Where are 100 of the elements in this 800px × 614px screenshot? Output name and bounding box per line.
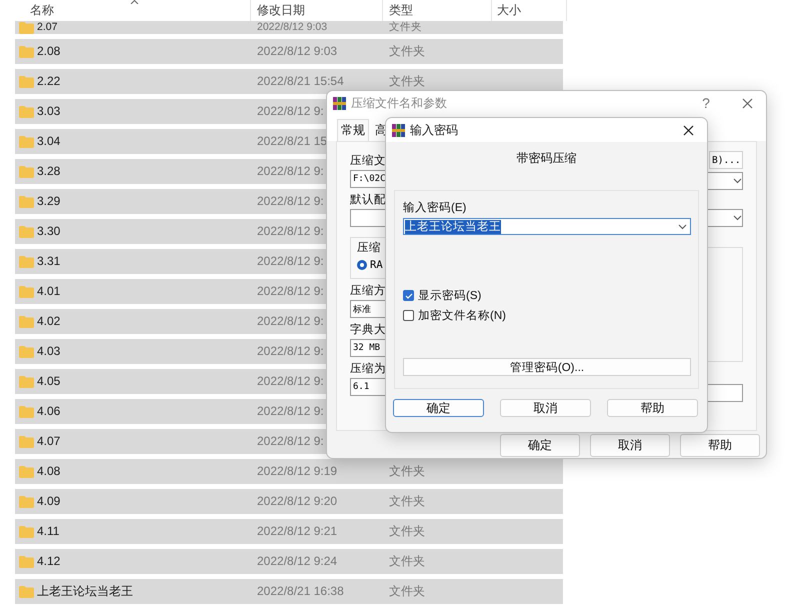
file-name: 4.08 (37, 465, 60, 478)
folder-icon (19, 256, 34, 268)
file-name: 2.22 (37, 75, 60, 88)
modified-date: 2022/8/12 9: (257, 405, 324, 418)
close-icon (682, 124, 694, 136)
field-label: 压缩方 (350, 283, 386, 299)
close-icon (742, 98, 752, 108)
folder-row[interactable]: 4.09 2022/8/12 9:20 文件夹 (15, 489, 563, 514)
file-type: 文件夹 (389, 465, 425, 478)
modified-date: 2022/8/12 9: (257, 195, 324, 208)
app-icon (392, 124, 405, 136)
file-type: 文件夹 (389, 45, 425, 58)
file-name: 3.04 (37, 135, 60, 148)
file-type: 文件夹 (389, 525, 425, 538)
folder-row[interactable]: 2.07 2022/8/12 9:03 文件夹 (15, 21, 563, 34)
folder-row[interactable]: 4.11 2022/8/12 9:21 文件夹 (15, 519, 563, 544)
dialog-button[interactable]: 取消 (500, 399, 591, 417)
password-field[interactable]: 上老王论坛当老王 (403, 218, 691, 235)
file-type: 文件夹 (389, 585, 425, 598)
browse-button[interactable]: B)... (709, 151, 743, 169)
file-name: 2.07 (37, 21, 58, 34)
file-name: 4.05 (37, 375, 60, 388)
folder-row[interactable]: 2.22 2022/8/21 15:54 文件夹 (15, 69, 563, 94)
radio-button[interactable] (357, 260, 367, 270)
radio-label: RA (370, 259, 383, 271)
column-header[interactable]: 类型 (389, 2, 413, 19)
manage-passwords-button[interactable]: 管理密码(O)... (403, 358, 691, 376)
chevron-down-icon (733, 215, 742, 221)
modified-date: 2022/8/12 9:24 (257, 555, 338, 568)
file-type: 文件夹 (389, 555, 425, 568)
file-name: 3.03 (37, 105, 60, 118)
modified-date: 2022/8/12 9: (257, 375, 324, 388)
modified-date: 2022/8/21 15:54 (257, 75, 344, 88)
folder-icon (19, 376, 34, 388)
modified-date: 2022/8/12 9: (257, 435, 324, 448)
modified-date: 2022/8/12 9:21 (257, 525, 338, 538)
file-name: 3.31 (37, 255, 60, 268)
modified-date: 2022/8/12 9: (257, 105, 324, 118)
tab[interactable]: 常规 (337, 119, 369, 141)
file-type: 文件夹 (389, 495, 425, 508)
file-name: 4.01 (37, 285, 60, 298)
modified-date: 2022/8/12 9: (257, 345, 324, 358)
modified-date: 2022/8/12 9: (257, 165, 324, 178)
file-name: 4.02 (37, 315, 60, 328)
folder-icon (19, 226, 34, 238)
checkbox-label: 加密文件名称(N) (418, 308, 506, 323)
folder-row[interactable]: 2.08 2022/8/12 9:03 文件夹 (15, 39, 563, 64)
dialog-button[interactable]: 帮助 (607, 399, 698, 417)
column-header[interactable]: 大小 (497, 2, 521, 19)
folder-icon (19, 586, 34, 598)
folder-icon (19, 166, 34, 178)
help-button[interactable]: ? (693, 95, 719, 111)
file-name: 4.03 (37, 345, 60, 358)
folder-icon (19, 346, 34, 358)
folder-row[interactable]: 4.12 2022/8/12 9:24 文件夹 (15, 549, 563, 574)
dialog-button[interactable]: 确定 (393, 399, 484, 417)
dialog-button[interactable]: 取消 (590, 434, 670, 457)
chevron-down-icon (678, 224, 687, 230)
folder-icon (19, 526, 34, 538)
password-text: 上老王论坛当老王 (405, 220, 501, 234)
dialog-button[interactable]: 帮助 (680, 434, 760, 457)
folder-icon (19, 436, 34, 448)
checkbox[interactable] (403, 310, 414, 321)
column-header[interactable]: 名称 (30, 2, 54, 19)
sort-caret-icon (130, 0, 139, 4)
file-name: 4.09 (37, 495, 60, 508)
modified-date: 2022/8/12 9:20 (257, 495, 338, 508)
checkbox-label: 显示密码(S) (418, 288, 482, 303)
modified-date: 2022/8/21 15 (257, 135, 328, 148)
folder-icon (19, 496, 34, 508)
file-type: 文件夹 (389, 21, 422, 34)
modified-date: 2022/8/12 9:03 (257, 21, 328, 34)
checkbox[interactable] (403, 290, 414, 301)
folder-icon (19, 136, 34, 148)
file-name: 上老王论坛当老王 (37, 585, 133, 598)
modified-date: 2022/8/12 9: (257, 225, 324, 238)
modified-date: 2022/8/12 9:19 (257, 465, 338, 478)
folder-row[interactable]: 4.08 2022/8/12 9:19 文件夹 (15, 459, 563, 484)
file-name: 2.08 (37, 45, 60, 58)
file-type: 文件夹 (389, 75, 425, 88)
file-name: 4.11 (37, 525, 60, 538)
file-name: 4.06 (37, 405, 60, 418)
folder-icon (19, 106, 34, 118)
modified-date: 2022/8/12 9: (257, 315, 324, 328)
modified-date: 2022/8/12 9: (257, 255, 324, 268)
file-name: 3.28 (37, 165, 60, 178)
modified-date: 2022/8/12 9:03 (257, 45, 338, 58)
folder-icon (19, 556, 34, 568)
folder-icon (19, 466, 34, 478)
file-name: 3.29 (37, 195, 60, 208)
chevron-down-icon (733, 178, 742, 184)
modified-date: 2022/8/12 9: (257, 285, 324, 298)
dialog-button[interactable]: 确定 (500, 434, 580, 457)
file-name: 3.30 (37, 225, 60, 238)
folder-row[interactable]: 上老王论坛当老王 2022/8/21 16:38 文件夹 (15, 579, 563, 604)
folder-icon (19, 76, 34, 88)
column-header[interactable]: 修改日期 (257, 2, 305, 19)
folder-icon (19, 286, 34, 298)
field-label: 默认配 (350, 192, 386, 208)
file-name: 4.07 (37, 435, 60, 448)
